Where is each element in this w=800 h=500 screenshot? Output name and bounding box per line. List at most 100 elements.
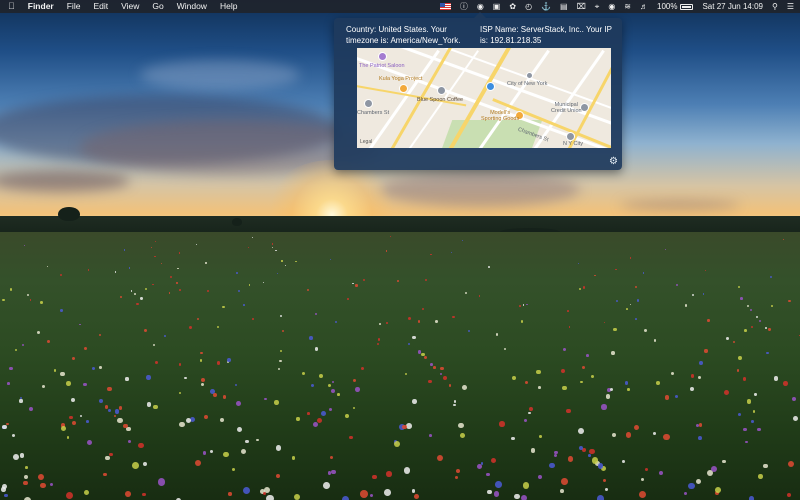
map-pin-ny-city[interactable] [566, 132, 575, 141]
menu-window[interactable]: Window [177, 0, 207, 13]
wallpaper-flower [46, 339, 50, 344]
wallpaper-flower [7, 382, 11, 385]
box-icon[interactable]: ▣ [493, 0, 501, 13]
battery-percent[interactable]: 100% [657, 0, 677, 13]
date-time[interactable]: Sat 27 Jun 14:09 [702, 0, 763, 13]
wallpaper-flower [528, 406, 533, 411]
menu-go[interactable]: Go [152, 0, 163, 13]
crop-icon[interactable]: ⌖ [595, 0, 600, 13]
location-map[interactable]: The Patriot Saloon Kula Yoga Project Cit… [357, 48, 611, 148]
wallpaper-flower [684, 304, 687, 307]
wallpaper-flower [634, 285, 637, 288]
xmark-square-icon[interactable]: ⌧ [577, 0, 586, 13]
wallpaper-flower [309, 336, 313, 340]
wallpaper-flower [251, 236, 253, 238]
anchor-icon[interactable]: ⚓ [541, 0, 551, 13]
wallpaper-flower [411, 489, 415, 493]
wallpaper-flower [255, 438, 259, 442]
wallpaper-flower [629, 303, 632, 306]
wallpaper-flower [240, 448, 246, 455]
document-icon[interactable]: ▤ [560, 0, 568, 13]
wallpaper-flower [386, 471, 392, 477]
fan-icon[interactable]: ✿ [509, 0, 516, 13]
wallpaper-flower [476, 464, 482, 470]
notification-list-icon[interactable]: ☰ [787, 0, 794, 13]
wallpaper-flower [19, 453, 25, 458]
map-pin-patriot-saloon[interactable] [378, 52, 387, 61]
menu-help[interactable]: Help [220, 0, 237, 13]
wallpaper-flower [140, 297, 143, 300]
wallpaper-flower [397, 279, 399, 282]
wifi-icon[interactable]: ≋ [624, 0, 631, 13]
menu-view[interactable]: View [121, 0, 139, 13]
camera-icon[interactable]: ◉ [608, 0, 615, 13]
menu-file[interactable]: File [67, 0, 81, 13]
wallpaper-flower [453, 403, 456, 406]
info-icon[interactable]: ⓘ [460, 0, 468, 13]
wallpaper-flower [430, 362, 434, 366]
gear-icon[interactable]: ⚙ [609, 157, 618, 167]
wallpaper-flower [369, 494, 373, 498]
wallpaper-flower [751, 420, 755, 423]
wallpaper-flower [295, 260, 297, 262]
isp-ip-text: ISP Name: ServerStack, Inc.. Your IP is:… [480, 25, 612, 45]
map-pin-kula-yoga[interactable] [399, 84, 408, 93]
map-pin-chambers-west[interactable] [364, 99, 373, 108]
wallpaper-flower [788, 299, 791, 302]
apple-logo-icon[interactable]:  [8, 0, 15, 13]
us-flag-icon[interactable] [439, 0, 451, 13]
wallpaper-flower [14, 348, 18, 352]
wallpaper-flower [125, 491, 131, 498]
map-label-kula-yoga: Kula Yoga Project [379, 76, 423, 82]
wallpaper-flower [243, 304, 245, 306]
battery-icon[interactable] [680, 0, 694, 13]
wallpaper-flower [636, 299, 639, 302]
wallpaper-flower [448, 384, 452, 387]
wallpaper-flower [83, 382, 87, 387]
wallpaper-tree [232, 218, 242, 226]
map-pin-blue-spoon-coffee[interactable] [437, 86, 446, 95]
wallpaper-flower [223, 452, 229, 458]
wallpaper-flower [385, 250, 387, 252]
wallpaper-flower [355, 387, 360, 392]
map-label-patriot-saloon: The Patriot Saloon [359, 63, 405, 69]
wallpaper-flower [633, 424, 639, 430]
map-pin-city-of-new-york[interactable] [526, 72, 533, 79]
wallpaper-flower [274, 400, 279, 405]
wallpaper-flower [266, 494, 274, 500]
wallpaper-flower [538, 385, 541, 389]
wallpaper-flower [787, 461, 794, 468]
wallpaper-flower [1, 484, 7, 489]
wallpaper-flower [758, 319, 761, 322]
menu-app-name[interactable]: Finder [28, 0, 54, 13]
map-legal-link[interactable]: Legal [360, 139, 372, 145]
wallpaper-flower [331, 469, 336, 475]
wallpaper-flower [487, 265, 490, 268]
map-label-modells: Modell's Sporting Goods [481, 110, 520, 122]
wallpaper-flower [559, 489, 564, 494]
wallpaper-flower [262, 281, 264, 284]
wallpaper-flower [53, 369, 56, 372]
wallpaper-flower [329, 455, 333, 459]
wallpaper-flower [520, 320, 524, 323]
menu-edit[interactable]: Edit [93, 0, 108, 13]
wallpaper-flower [601, 404, 607, 410]
wallpaper-flower [359, 489, 368, 498]
wallpaper-flower [85, 419, 89, 423]
wallpaper-flower [327, 471, 332, 475]
wallpaper-flower [377, 338, 380, 341]
wallpaper-flower [133, 292, 136, 295]
menu-bar:  Finder File Edit View Go Window Help ⓘ… [0, 0, 800, 13]
clock-icon[interactable]: ◴ [525, 0, 532, 13]
spotlight-search-icon[interactable]: ⚲ [772, 0, 778, 13]
wallpaper-flower [209, 450, 213, 454]
wallpaper-flower [146, 375, 151, 380]
map-pin-blue-transit[interactable] [486, 82, 495, 91]
wallpaper-flower [83, 346, 88, 350]
map-label-city-of-new-york: City of New York [507, 81, 548, 87]
volume-icon[interactable]: ♬ [640, 0, 648, 13]
wallpaper-flower [280, 314, 283, 317]
wallpaper-flower [37, 330, 41, 334]
wallpaper-flower [154, 361, 158, 364]
wallpaper-flower [60, 426, 66, 431]
